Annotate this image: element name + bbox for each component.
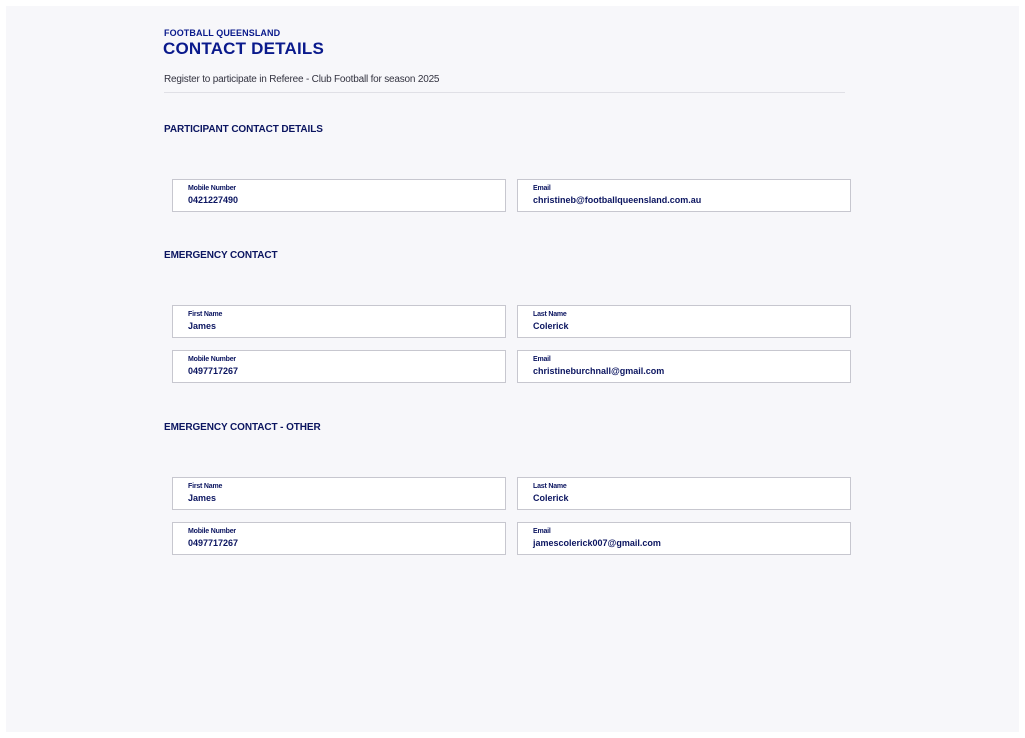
emergency-mobile-field[interactable]: Mobile Number 0497717267 [172, 350, 506, 383]
participant-mobile-field[interactable]: Mobile Number 0421227490 [172, 179, 506, 212]
emergency-mobile-value: 0497717267 [188, 366, 239, 376]
emergency-first-name-label: First Name [188, 311, 223, 318]
participant-mobile-value: 0421227490 [188, 195, 239, 205]
org-name: FOOTBALL QUEENSLAND [164, 28, 281, 38]
emergency-other-email-value: jamescolerick007@gmail.com [533, 538, 661, 548]
emergency-email-field[interactable]: Email christineburchnall@gmail.com [517, 350, 851, 383]
emergency-first-name-field[interactable]: First Name James [172, 305, 506, 338]
page-title: CONTACT DETAILS [163, 39, 325, 58]
emergency-other-email-field[interactable]: Email jamescolerick007@gmail.com [517, 522, 851, 555]
emergency-other-email-label: Email [533, 528, 551, 535]
participant-section-heading: PARTICIPANT CONTACT DETAILS [164, 124, 323, 135]
participant-email-field[interactable]: Email christineb@footballqueensland.com.… [517, 179, 851, 212]
emergency-other-first-name-label: First Name [188, 483, 223, 490]
emergency-email-label: Email [533, 356, 551, 363]
header-divider [164, 92, 845, 93]
emergency-other-mobile-value: 0497717267 [188, 538, 239, 548]
emergency-other-last-name-value: Colerick [533, 493, 569, 503]
participant-email-value: christineb@footballqueensland.com.au [533, 195, 702, 205]
emergency-other-last-name-label: Last Name [533, 483, 567, 490]
emergency-email-value: christineburchnall@gmail.com [533, 366, 665, 376]
emergency-other-first-name-value: James [188, 493, 217, 503]
emergency-last-name-label: Last Name [533, 311, 567, 318]
emergency-section-heading: EMERGENCY CONTACT [164, 250, 278, 261]
emergency-other-first-name-field[interactable]: First Name James [172, 477, 506, 510]
page-background: FOOTBALL QUEENSLAND CONTACT DETAILS Regi… [6, 6, 1019, 732]
emergency-mobile-label: Mobile Number [188, 356, 236, 363]
participant-mobile-label: Mobile Number [188, 185, 236, 192]
emergency-other-section-heading: EMERGENCY CONTACT - OTHER [164, 422, 321, 433]
emergency-first-name-value: James [188, 321, 217, 331]
emergency-other-mobile-field[interactable]: Mobile Number 0497717267 [172, 522, 506, 555]
emergency-other-last-name-field[interactable]: Last Name Colerick [517, 477, 851, 510]
emergency-other-mobile-label: Mobile Number [188, 528, 236, 535]
participant-email-label: Email [533, 185, 551, 192]
page-subtitle: Register to participate in Referee - Clu… [164, 74, 440, 85]
emergency-last-name-value: Colerick [533, 321, 569, 331]
emergency-last-name-field[interactable]: Last Name Colerick [517, 305, 851, 338]
